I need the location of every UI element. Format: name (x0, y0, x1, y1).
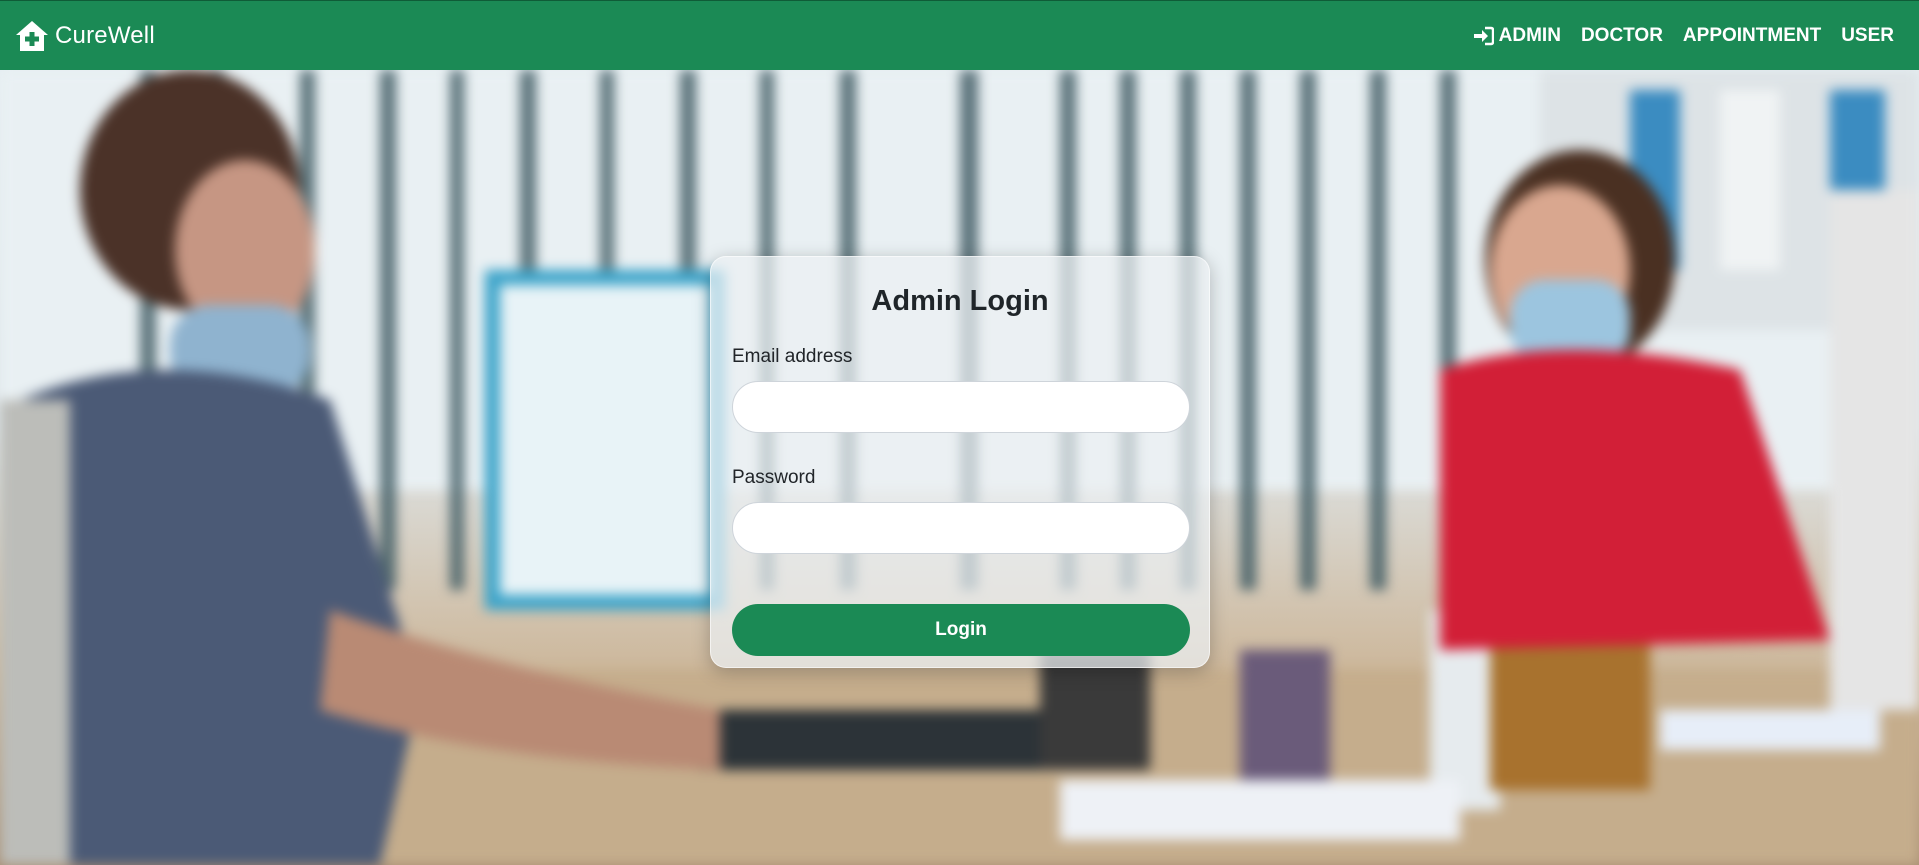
login-button[interactable]: Login (732, 604, 1190, 656)
password-label: Password (732, 467, 816, 488)
brand-name: CureWell (55, 21, 155, 49)
nav-links: ADMIN DOCTOR APPOINTMENT USER (1472, 25, 1904, 47)
nav-admin-label: ADMIN (1498, 24, 1561, 46)
login-title: Admin Login (871, 285, 1049, 317)
home-plus-icon (15, 20, 49, 52)
login-card: Admin Login Email address Password Login (710, 256, 1210, 668)
nav-doctor-link[interactable]: DOCTOR (1581, 25, 1663, 47)
nav-user-label: USER (1841, 24, 1894, 46)
email-input[interactable] (732, 381, 1190, 433)
navbar: CureWell ADMIN DOCTOR APPOINTMENT USER (0, 0, 1919, 70)
nav-doctor-label: DOCTOR (1580, 24, 1663, 46)
nav-appointment-link[interactable]: APPOINTMENT (1683, 25, 1821, 47)
nav-admin-link[interactable]: ADMIN (1472, 25, 1561, 47)
sign-in-icon (1472, 26, 1494, 46)
password-input[interactable] (732, 502, 1190, 554)
nav-user-link[interactable]: USER (1841, 25, 1894, 47)
nav-appointment-label: APPOINTMENT (1682, 24, 1822, 46)
email-label: Email address (732, 346, 853, 367)
brand-link[interactable]: CureWell (15, 20, 155, 52)
